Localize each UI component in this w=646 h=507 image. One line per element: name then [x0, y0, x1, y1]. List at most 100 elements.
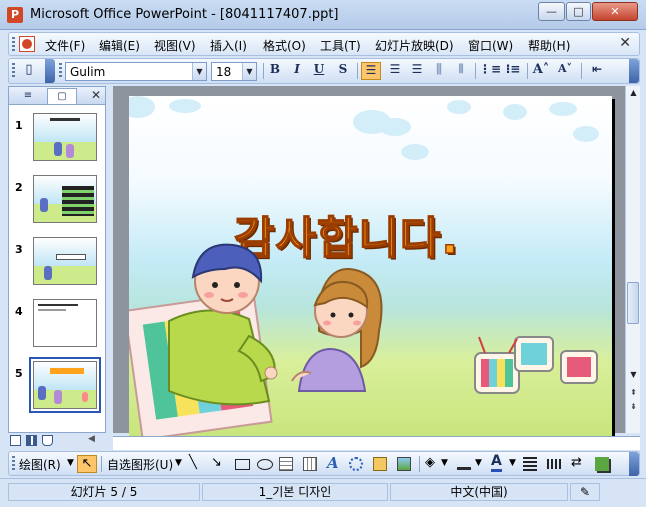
menu-window[interactable]: 窗口(W): [468, 37, 513, 54]
fill-color-icon[interactable]: ◈: [425, 455, 435, 470]
menu-format[interactable]: 格式(O): [263, 37, 306, 54]
separator: [527, 63, 528, 79]
slide-thumbnail-4[interactable]: [33, 299, 97, 347]
font-name-value: Gulim: [70, 65, 106, 79]
numbered-list-icon[interactable]: ⋮≡: [479, 62, 501, 80]
line-style-icon[interactable]: [523, 457, 537, 471]
picture-icon[interactable]: [397, 457, 411, 471]
align-left-icon[interactable]: ☰: [361, 62, 381, 80]
tab-slides[interactable]: ▢: [47, 88, 77, 104]
toolbar-options-icon[interactable]: [629, 59, 639, 83]
line-icon[interactable]: ╲: [189, 455, 197, 470]
underline-button[interactable]: U: [309, 62, 329, 80]
shadow-style-icon[interactable]: [595, 457, 609, 471]
bold-button[interactable]: B: [265, 62, 285, 80]
line-color-icon[interactable]: [457, 456, 471, 470]
status-bar: 幻灯片 5 / 5 1_기본 디자인 中文(中国) ✎: [0, 478, 646, 507]
distribute-icon[interactable]: ⫴: [451, 62, 471, 80]
chevron-down-icon[interactable]: ▼: [509, 458, 516, 468]
vertical-scrollbar[interactable]: ▲ ▼ ⇞ ⇟: [625, 86, 640, 433]
slide-thumbnail-5[interactable]: [29, 357, 101, 413]
chevron-down-icon[interactable]: ▼: [441, 458, 448, 468]
slideshow-view-icon[interactable]: [42, 435, 53, 446]
oval-icon[interactable]: [257, 459, 273, 470]
font-name-select[interactable]: Gulim ▼: [65, 62, 207, 81]
vertical-textbox-icon[interactable]: [303, 457, 317, 471]
maximize-button[interactable]: □: [566, 2, 591, 21]
scroll-down-icon[interactable]: ▼: [626, 368, 641, 382]
chevron-down-icon[interactable]: ▼: [192, 63, 206, 80]
slide-number: 4: [15, 305, 23, 318]
align-right-icon[interactable]: ☰: [407, 62, 427, 80]
menu-insert[interactable]: 插入(I): [210, 37, 247, 54]
slide-thumbnail-1[interactable]: [33, 113, 97, 161]
spelling-status-icon[interactable]: ✎: [570, 483, 600, 501]
shadow-button[interactable]: S: [333, 62, 353, 80]
minimize-button[interactable]: —: [538, 2, 565, 21]
arrow-icon[interactable]: ↘: [211, 455, 222, 470]
toolbar-grip[interactable]: [12, 456, 15, 470]
font-color-icon[interactable]: A: [491, 453, 502, 472]
document-icon[interactable]: [19, 36, 35, 52]
menu-tools[interactable]: 工具(T): [320, 37, 361, 54]
view-buttons: ◀: [8, 433, 106, 449]
close-document-icon[interactable]: ✕: [619, 35, 631, 51]
autoshapes-button[interactable]: 自选图形(U): [107, 456, 173, 473]
clipart-icon[interactable]: [373, 457, 387, 471]
toolbar-options-icon[interactable]: [45, 59, 55, 83]
slide-canvas[interactable]: 감사합니다.: [129, 96, 612, 436]
chevron-down-icon[interactable]: ▼: [242, 63, 256, 80]
illustration: [129, 243, 598, 436]
arrow-style-icon[interactable]: ⇄: [571, 455, 582, 470]
chevron-down-icon[interactable]: ▼: [67, 458, 74, 468]
wordart-icon[interactable]: A: [327, 454, 339, 472]
slide-number: 3: [15, 243, 23, 256]
diagram-icon[interactable]: [349, 457, 363, 471]
next-slide-icon[interactable]: ⇟: [626, 400, 641, 414]
scroll-left-icon[interactable]: ◀: [88, 434, 95, 444]
new-slide-icon[interactable]: ▯: [19, 62, 39, 80]
normal-view-icon[interactable]: [10, 435, 21, 446]
formatting-toolbar: ▯ Gulim ▼ 18 ▼ B I U S ☰ ☰ ☰ ⫼ ⫴ ⋮≡ ⁝≡ A…: [8, 58, 640, 84]
previous-slide-icon[interactable]: ⇞: [626, 386, 641, 400]
menu-file[interactable]: 文件(F): [45, 37, 85, 54]
slide-thumbnail-2[interactable]: [33, 175, 97, 223]
separator: [357, 63, 358, 79]
tab-outline[interactable]: ≡: [13, 88, 43, 104]
title-bar: P Microsoft Office PowerPoint - [8041117…: [0, 0, 646, 30]
menu-edit[interactable]: 编辑(E): [99, 37, 140, 54]
indent-icon[interactable]: ⇤: [587, 62, 607, 80]
italic-button[interactable]: I: [287, 62, 307, 80]
menu-help[interactable]: 帮助(H): [528, 37, 570, 54]
toolbar-grip[interactable]: [12, 63, 15, 77]
language-indicator: 中文(中国): [390, 483, 568, 501]
menu-view[interactable]: 视图(V): [154, 37, 196, 54]
select-pointer-icon[interactable]: ↖: [77, 455, 97, 473]
font-size-select[interactable]: 18 ▼: [211, 62, 257, 81]
chevron-down-icon[interactable]: ▼: [475, 458, 482, 468]
sorter-view-icon[interactable]: [26, 435, 37, 446]
rectangle-icon[interactable]: [235, 459, 250, 470]
bullet-list-icon[interactable]: ⁝≡: [503, 62, 523, 80]
dash-style-icon[interactable]: [547, 459, 561, 469]
notes-pane[interactable]: [113, 436, 640, 450]
separator: [419, 456, 420, 472]
textbox-icon[interactable]: [279, 457, 293, 471]
decrease-font-icon[interactable]: A˅: [555, 62, 575, 80]
drawing-toolbar: 绘图(R) ▼ ↖ 自选图形(U) ▼ ╲ ↘ A ◈ ▼ ▼ A ▼ ⇄: [8, 451, 640, 476]
scroll-thumb[interactable]: [627, 282, 639, 324]
increase-font-icon[interactable]: A˄: [531, 62, 551, 80]
separator: [581, 63, 582, 79]
toolbar-options-icon[interactable]: [629, 452, 639, 476]
close-icon[interactable]: ✕: [91, 88, 101, 102]
menu-slideshow[interactable]: 幻灯片放映(D): [375, 37, 454, 54]
vertical-text-icon[interactable]: ⫼: [429, 62, 449, 80]
draw-menu-button[interactable]: 绘图(R): [19, 456, 61, 473]
chevron-down-icon[interactable]: ▼: [175, 458, 182, 468]
scroll-up-icon[interactable]: ▲: [626, 86, 641, 100]
toolbar-grip[interactable]: [59, 63, 62, 77]
align-center-icon[interactable]: ☰: [385, 62, 405, 80]
slide-thumbnail-3[interactable]: [33, 237, 97, 285]
toolbar-grip[interactable]: [12, 37, 15, 51]
close-button[interactable]: ✕: [592, 2, 638, 21]
